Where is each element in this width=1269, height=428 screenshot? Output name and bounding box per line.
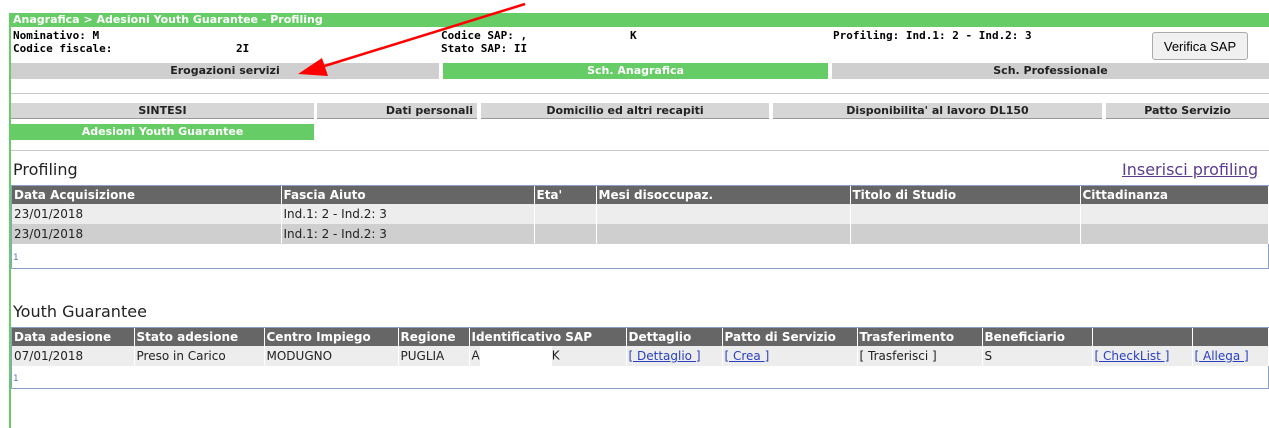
annotation-arrow-icon: [298, 2, 526, 76]
